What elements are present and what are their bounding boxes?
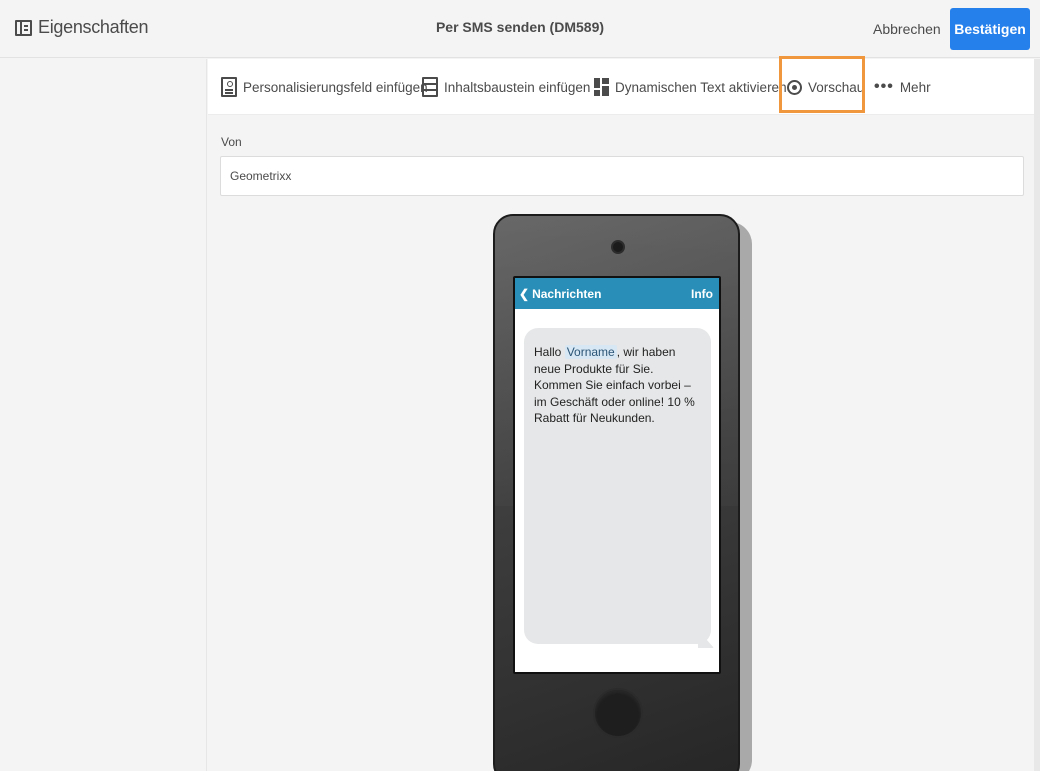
messages-back-label: Nachrichten — [532, 287, 602, 301]
dynamic-text-icon — [594, 78, 609, 96]
enable-dynamic-text-button[interactable]: Dynamischen Text aktivieren — [594, 59, 787, 115]
more-dots-icon: ••• — [874, 78, 894, 95]
preview-label: Vorschau — [808, 79, 865, 95]
preview-button[interactable]: Vorschau — [787, 59, 864, 115]
top-bar: Eigenschaften Per SMS senden (DM589) Abb… — [0, 0, 1040, 58]
from-field[interactable] — [220, 156, 1024, 196]
eye-icon — [787, 79, 802, 95]
left-panel — [0, 59, 207, 771]
more-label: Mehr — [899, 79, 931, 95]
message-prefix: Hallo — [534, 345, 565, 359]
more-button[interactable]: ••• Mehr — [874, 59, 931, 115]
scrollbar[interactable] — [1034, 59, 1040, 771]
confirm-button[interactable]: Bestätigen — [950, 8, 1030, 50]
sms-message-bubble: Hallo Vorname, wir haben neue Produkte f… — [524, 328, 711, 644]
phone-home-button — [593, 688, 643, 738]
content-block-icon — [422, 77, 438, 97]
phone-preview: ❮ Nachrichten Info Hallo Vorname, wir ha… — [493, 214, 740, 771]
chevron-left-icon: ❮ — [519, 287, 530, 301]
personalization-field-token[interactable]: Vorname — [564, 345, 617, 359]
personalization-field-icon — [221, 77, 237, 97]
phone-camera — [611, 240, 625, 254]
info-link[interactable]: Info — [691, 287, 713, 301]
from-label: Von — [221, 135, 242, 149]
sms-header-bar: ❮ Nachrichten Info — [515, 278, 719, 309]
enable-dynamic-text-label: Dynamischen Text aktivieren — [615, 79, 787, 95]
messages-back-link[interactable]: ❮ Nachrichten — [519, 287, 601, 301]
cancel-button[interactable]: Abbrechen — [873, 21, 941, 37]
insert-personalization-field-button[interactable]: Personalisierungsfeld einfügen — [221, 59, 428, 115]
insert-content-block-button[interactable]: Inhaltsbaustein einfügen — [422, 59, 590, 115]
insert-personalization-field-label: Personalisierungsfeld einfügen — [243, 79, 428, 95]
phone-screen: ❮ Nachrichten Info Hallo Vorname, wir ha… — [513, 276, 721, 674]
editor-toolbar: Personalisierungsfeld einfügen Inhaltsba… — [208, 59, 1034, 115]
insert-content-block-label: Inhaltsbaustein einfügen — [444, 79, 591, 95]
